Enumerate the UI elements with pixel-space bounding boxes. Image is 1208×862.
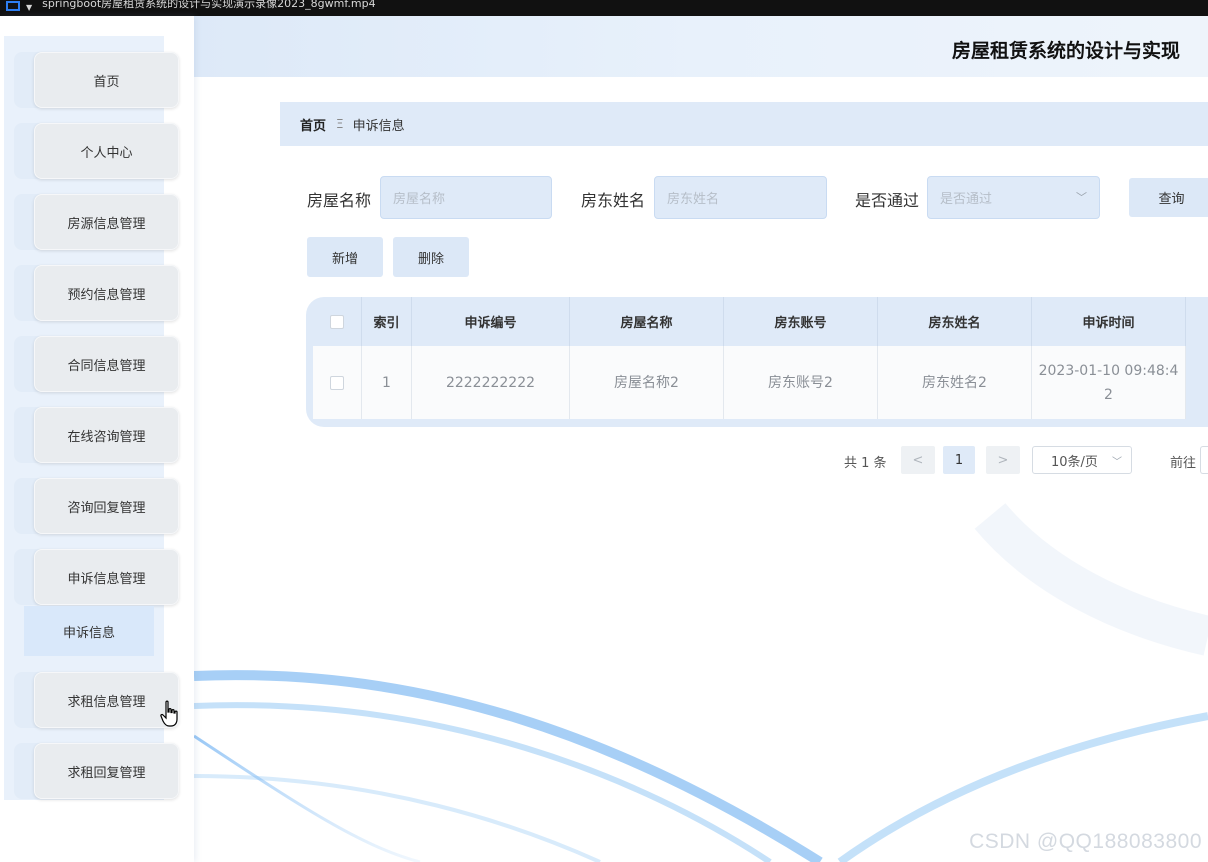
sidebar-item-label[interactable]: 咨询回复管理 xyxy=(34,478,179,534)
sidebar-subitem-complaint-info[interactable]: 申诉信息 xyxy=(24,606,154,656)
system-title: 房屋租赁系统的设计与实现 xyxy=(951,40,1180,62)
complaint-time-line2: 2 xyxy=(1104,386,1113,403)
sidebar-item-personal-center[interactable]: 个人中心 xyxy=(14,123,179,179)
house-name-placeholder: 房屋名称 xyxy=(393,192,446,207)
window-titlebar: ▼ springboot房屋租赁系统的设计与实现演示录像2023_8gwmf.m… xyxy=(0,0,1208,16)
sidebar-item-home[interactable]: 首页 xyxy=(14,52,179,108)
table-row[interactable]: 1 2222222222 房屋名称2 房东账号2 房东姓名2 2023-01-1… xyxy=(313,346,1186,419)
column-header: 房东账号 xyxy=(724,297,878,346)
sidebar-item-label[interactable]: 首页 xyxy=(34,52,179,108)
pagination-total: 共 1 条 xyxy=(844,456,887,471)
cell-index: 1 xyxy=(362,346,412,419)
delete-button[interactable]: 删除 xyxy=(393,237,469,277)
top-header: 房屋租赁系统的设计与实现 xyxy=(194,16,1208,77)
table-header-row: 索引 申诉编号 房屋名称 房东账号 房东姓名 申诉时间 xyxy=(313,297,1186,346)
dropdown-caret-icon[interactable]: ▼ xyxy=(26,1,32,14)
row-checkbox[interactable] xyxy=(330,375,344,390)
column-header: 索引 xyxy=(362,297,412,346)
sidebar-item-contract-management[interactable]: 合同信息管理 xyxy=(14,336,179,392)
cell-landlord-name: 房东姓名2 xyxy=(878,346,1032,419)
next-page-button[interactable]: > xyxy=(986,446,1020,474)
sidebar-item-rental-request-management[interactable]: 求租信息管理 xyxy=(14,672,179,728)
add-button[interactable]: 新增 xyxy=(307,237,383,277)
select-all-cell xyxy=(313,297,362,346)
window-title: springboot房屋租赁系统的设计与实现演示录像2023_8gwmf.mp4 xyxy=(42,0,376,10)
video-file-icon xyxy=(6,1,20,11)
cell-house-name: 房屋名称2 xyxy=(570,346,724,419)
main-content: 首页 Ξ 申诉信息 房屋名称 房屋名称 房东姓名 房东姓名 是否通过 是否通过 … xyxy=(194,77,1208,862)
landlord-name-placeholder: 房东姓名 xyxy=(667,192,720,207)
sidebar-item-listing-management[interactable]: 房源信息管理 xyxy=(14,194,179,250)
column-header: 房屋名称 xyxy=(570,297,724,346)
breadcrumb-current: 申诉信息 xyxy=(352,118,405,134)
sidebar-item-label[interactable]: 合同信息管理 xyxy=(34,336,179,392)
column-header: 申诉时间 xyxy=(1032,297,1186,346)
sidebar-item-label[interactable]: 申诉信息管理 xyxy=(34,549,179,605)
breadcrumb: 首页 Ξ 申诉信息 xyxy=(280,102,1208,146)
sidebar: 首页 个人中心 房源信息管理 预约信息管理 合同信息管理 在线咨询管理 咨询回复… xyxy=(0,16,194,862)
sidebar-item-label[interactable]: 在线咨询管理 xyxy=(34,407,179,463)
goto-page-input[interactable] xyxy=(1200,446,1208,474)
approved-select[interactable]: 是否通过 ﹀ xyxy=(927,176,1100,219)
sidebar-item-rental-reply-management[interactable]: 求租回复管理 xyxy=(14,743,179,799)
sidebar-item-consult-reply-management[interactable]: 咨询回复管理 xyxy=(14,478,179,534)
sidebar-item-label[interactable]: 房源信息管理 xyxy=(34,194,179,250)
select-all-checkbox[interactable] xyxy=(330,314,344,329)
breadcrumb-home[interactable]: 首页 xyxy=(300,115,326,134)
breadcrumb-separator-icon: Ξ xyxy=(336,117,344,131)
chevron-down-icon: ﹀ xyxy=(1112,457,1122,468)
house-name-label: 房屋名称 xyxy=(307,191,372,210)
page-size-value: 10条/页 xyxy=(1051,454,1098,470)
cell-landlord-account: 房东账号2 xyxy=(724,346,878,419)
watermark: CSDN @QQ188083800 xyxy=(969,830,1202,853)
column-header: 房东姓名 xyxy=(878,297,1032,346)
goto-page-label: 前往 xyxy=(1170,456,1197,471)
row-select-cell xyxy=(313,346,362,419)
column-header: 申诉编号 xyxy=(412,297,570,346)
complaint-time-line1: 2023-01-10 09:48:4 xyxy=(1038,362,1179,379)
page-size-select[interactable]: 10条/页 ﹀ xyxy=(1032,446,1132,474)
approved-label: 是否通过 xyxy=(855,191,920,210)
landlord-name-label: 房东姓名 xyxy=(581,191,646,210)
sidebar-item-online-consult-management[interactable]: 在线咨询管理 xyxy=(14,407,179,463)
cell-complaint-time: 2023-01-10 09:48:4 2 xyxy=(1032,346,1186,419)
cell-complaint-no: 2222222222 xyxy=(412,346,570,419)
complaint-table: 索引 申诉编号 房屋名称 房东账号 房东姓名 申诉时间 1 2222222222… xyxy=(306,297,1208,427)
prev-page-button[interactable]: < xyxy=(901,446,935,474)
hand-pointer-cursor-icon xyxy=(160,700,178,727)
sidebar-item-label[interactable]: 预约信息管理 xyxy=(34,265,179,321)
landlord-name-input[interactable]: 房东姓名 xyxy=(654,176,827,219)
sidebar-item-reservation-management[interactable]: 预约信息管理 xyxy=(14,265,179,321)
sidebar-item-label[interactable]: 个人中心 xyxy=(34,123,179,179)
approved-placeholder: 是否通过 xyxy=(940,192,993,207)
query-button[interactable]: 查询 xyxy=(1129,178,1208,217)
page-number-current[interactable]: 1 xyxy=(943,446,975,474)
sidebar-item-complaint-management[interactable]: 申诉信息管理 xyxy=(14,549,179,605)
sidebar-item-label[interactable]: 求租回复管理 xyxy=(34,743,179,799)
house-name-input[interactable]: 房屋名称 xyxy=(380,176,552,219)
sidebar-item-label[interactable]: 求租信息管理 xyxy=(34,672,179,728)
chevron-down-icon: ﹀ xyxy=(1076,191,1087,204)
